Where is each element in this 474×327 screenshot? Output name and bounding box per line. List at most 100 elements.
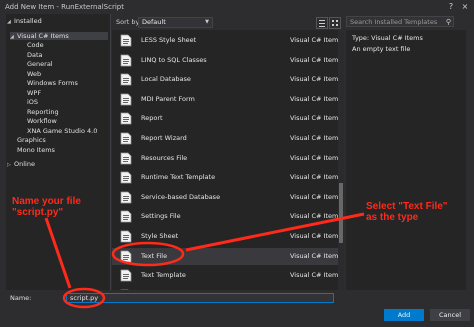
template-row[interactable]: Runtime Text Template Visual C# Items — [112, 169, 342, 186]
tree-visual-csharp-items[interactable]: ◢ Visual C# Items — [10, 32, 108, 40]
details-type: Type: Visual C# Items — [352, 34, 423, 42]
window-title: Add New Item - RunExternalScript — [5, 3, 124, 11]
template-row[interactable]: LINQ to SQL Classes Visual C# Items — [112, 52, 342, 69]
template-type: Visual C# Items — [290, 153, 342, 162]
scrollbar-thumb[interactable] — [339, 183, 343, 243]
text-file-icon — [120, 250, 132, 262]
template-name: Runtime Text Template — [141, 173, 216, 182]
database-icon — [120, 191, 132, 204]
text-template-icon — [120, 171, 132, 184]
collapse-arrow-icon: ◢ — [10, 34, 14, 40]
add-button[interactable]: Add — [384, 309, 424, 321]
annotation-line: Name your file — [12, 196, 81, 207]
title-bar: Add New Item - RunExternalScript ? × — [0, 0, 474, 14]
template-name: LESS Style Sheet — [141, 36, 197, 44]
template-name: MDI Parent Form — [141, 94, 195, 103]
expand-arrow-icon: ▷ — [7, 162, 11, 168]
template-list: LESS Style Sheet Visual C# Items LINQ to S… — [112, 30, 344, 290]
tree-item-mono-items[interactable]: Mono Items — [17, 146, 55, 154]
template-type: Visual C# Items — [290, 75, 342, 84]
template-type: Visual C# Items — [290, 232, 342, 240]
tree-item-graphics[interactable]: Graphics — [17, 136, 46, 144]
service-icon — [120, 289, 129, 290]
annotation-line: "script.py" — [12, 207, 64, 218]
tree-label: Visual C# Items — [17, 32, 69, 40]
template-name: Text Template — [141, 271, 186, 280]
collapse-arrow-icon: ◢ — [7, 19, 11, 25]
template-row[interactable]: Report Visual C# Items — [112, 110, 342, 127]
tree-item-general[interactable]: General — [27, 60, 53, 68]
annotation-name-file: Name your file "script.py" — [12, 196, 81, 218]
details-pane: Type: Visual C# Items An empty text file — [346, 30, 466, 290]
database-icon — [120, 73, 132, 86]
tree-item-ios[interactable]: iOS — [27, 98, 38, 106]
grid-view-button[interactable] — [329, 17, 341, 29]
chevron-down-icon: ▼ — [205, 19, 209, 25]
report-icon — [120, 113, 132, 125]
sort-value: Default — [142, 18, 166, 26]
template-row[interactable]: Text File Visual C# Items — [112, 247, 342, 265]
name-input[interactable]: script.py — [66, 293, 334, 303]
template-type: Visual C# Items — [290, 212, 342, 221]
form-icon — [120, 93, 132, 106]
stylesheet-icon — [120, 230, 132, 243]
sort-dropdown[interactable]: Default ▼ — [138, 17, 213, 28]
cancel-button[interactable]: Cancel — [430, 309, 470, 321]
close-button[interactable]: × — [458, 2, 472, 12]
search-box[interactable]: Search Installed Templates (Ctrl+E) ⚲ — [346, 16, 454, 37]
search-icon[interactable]: ⚲ — [446, 17, 451, 28]
template-type: Visual C# Items — [290, 251, 342, 260]
tree-item-data[interactable]: Data — [27, 51, 43, 59]
category-tree: ◢ Installed ◢ Visual C# Items Code Data Ge… — [6, 14, 111, 290]
toolbar: Sort by: Default ▼ — [112, 15, 344, 29]
template-name: Report — [141, 114, 163, 123]
tree-item-workflow[interactable]: Workflow — [27, 117, 57, 125]
template-type: Visual C# Items — [290, 134, 342, 142]
template-name: Settings File — [141, 212, 181, 221]
tree-item-wpf[interactable]: WPF — [27, 89, 41, 97]
tree-installed-label: Installed — [14, 17, 42, 25]
template-row[interactable]: Local Database Visual C# Items — [112, 71, 342, 88]
tree-item-xna[interactable]: XNA Game Studio 4.0 — [27, 127, 97, 135]
list-view-button[interactable] — [316, 17, 328, 29]
tree-online-label: Online — [14, 160, 35, 168]
tree-item-windows-forms[interactable]: Windows Forms — [27, 79, 78, 87]
template-type: Visual C# Items — [290, 94, 342, 103]
template-type: Visual C# Items — [290, 173, 342, 182]
template-name: Service-based Database — [141, 192, 221, 201]
template-row[interactable]: Resources File Visual C# Items — [112, 150, 342, 167]
report-wizard-icon — [120, 132, 132, 145]
template-row[interactable]: Text Template Visual C# Items — [112, 267, 342, 284]
template-name: Local Database — [141, 75, 191, 84]
template-row[interactable]: Style Sheet Visual C# Items — [112, 228, 342, 245]
template-row[interactable]: Settings File Visual C# Items — [112, 208, 342, 225]
template-row[interactable]: WCF ServiceVisual C# Items — [112, 287, 340, 290]
template-name: Style Sheet — [141, 232, 179, 240]
template-type: Visual C# Items — [290, 36, 342, 44]
name-row: Name: script.py — [0, 292, 474, 304]
template-type: Visual C# Items — [290, 192, 342, 201]
stylesheet-icon — [120, 34, 132, 47]
template-type: Visual C# Items — [290, 271, 342, 280]
template-row[interactable]: MDI Parent Form Visual C# Items — [112, 91, 342, 108]
template-type: Visual C# Items — [290, 55, 342, 64]
tree-item-reporting[interactable]: Reporting — [27, 108, 59, 116]
gear-icon — [120, 211, 132, 223]
template-row[interactable]: Report Wizard Visual C# Items — [112, 130, 342, 147]
tree-item-code[interactable]: Code — [27, 41, 44, 49]
annotation-select-type: Select "Text File" as the type — [366, 201, 448, 223]
template-row[interactable]: Service-based Database Visual C# Items — [112, 189, 342, 206]
tree-item-web[interactable]: Web — [27, 70, 41, 78]
template-type: Visual C# Items — [290, 114, 342, 123]
template-row[interactable]: LESS Style Sheet Visual C# Items — [112, 32, 342, 49]
grid-view-icon — [332, 20, 338, 26]
tree-installed[interactable]: ◢ Installed — [7, 17, 42, 25]
linq-icon — [120, 54, 132, 66]
list-view-icon — [319, 20, 325, 27]
template-name: LINQ to SQL Classes — [141, 55, 207, 64]
help-button[interactable]: ? — [444, 2, 458, 12]
template-name: Text File — [141, 251, 168, 260]
tree-online[interactable]: ▷ Online — [7, 160, 35, 168]
template-list-scrollbar[interactable] — [338, 30, 344, 290]
template-name: Report Wizard — [141, 134, 187, 142]
